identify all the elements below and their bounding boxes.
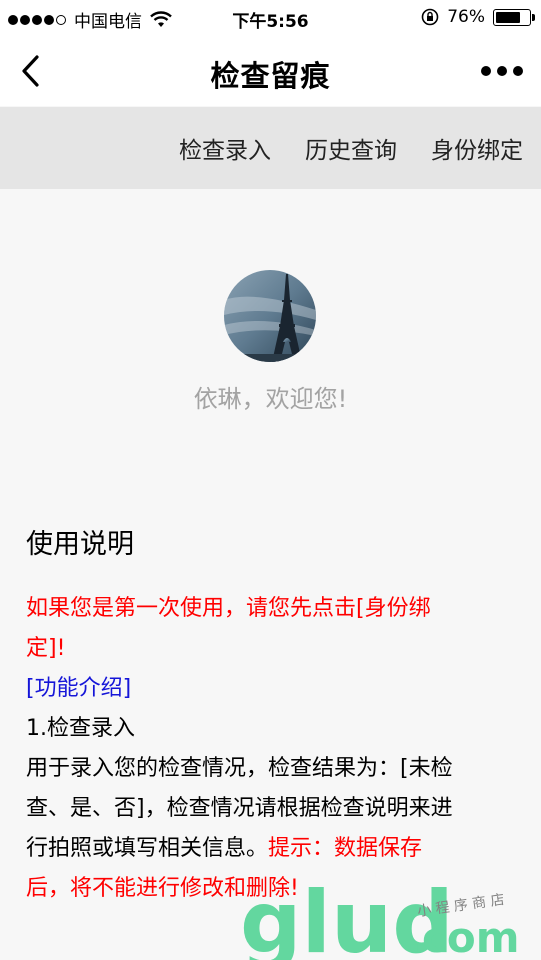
- status-left: 中国电信: [8, 7, 172, 32]
- tab-history-query[interactable]: 历史查询: [305, 131, 397, 165]
- more-dots-icon: [481, 66, 491, 76]
- item1-description-line1: 用于录入您的检查情况，检查结果为：[未检: [26, 756, 453, 781]
- battery-level: [496, 11, 521, 23]
- tab-check-entry[interactable]: 检查录入: [179, 131, 271, 165]
- battery-percent: 76%: [447, 7, 485, 27]
- first-use-notice-line2: 定]!: [26, 636, 66, 661]
- item1-description-text: 行拍照或填写相关信息。: [26, 836, 269, 861]
- orientation-lock-icon: [421, 8, 439, 26]
- status-bar: 中国电信 下午5:56 76%: [0, 0, 541, 36]
- save-tip: 提示：数据保存: [268, 836, 423, 861]
- tab-menu: 检查录入 历史查询 身份绑定: [0, 107, 541, 189]
- item1-description-line3: 行拍照或填写相关信息。提示：数据保存: [26, 829, 518, 869]
- carrier-name: 中国电信: [74, 12, 142, 32]
- wifi-icon: [150, 10, 172, 27]
- item1-title: 1.检查录入: [26, 716, 135, 741]
- svg-text:.com: .com: [406, 913, 519, 960]
- instructions-title: 使用说明: [26, 529, 134, 560]
- welcome-message: 依琳，欢迎您!: [193, 385, 348, 413]
- page-title: 检查留痕: [210, 59, 331, 93]
- item1-description-line4: 后，将不能进行修改和删除!: [26, 876, 299, 901]
- feature-intro-label: [功能介绍]: [26, 676, 132, 701]
- first-use-notice-line1: 如果您是第一次使用，请您先点击[身份绑: [26, 596, 431, 621]
- chevron-left-icon: [22, 55, 39, 87]
- navigation-bar: 检查留痕: [0, 36, 541, 106]
- item1-description-line2: 查、是、否]，检查情况请根据检查说明来进: [26, 796, 453, 821]
- signal-strength-icon: [8, 14, 66, 25]
- tab-identity-binding[interactable]: 身份绑定: [431, 131, 523, 165]
- avatar: [224, 270, 316, 362]
- more-button[interactable]: [481, 58, 523, 84]
- back-button[interactable]: [14, 51, 46, 91]
- status-right: 76%: [421, 7, 535, 27]
- instructions-section: 使用说明 如果您是第一次使用，请您先点击[身份绑 定]! [功能介绍] 1.检查…: [26, 522, 518, 909]
- battery-icon: [493, 8, 535, 26]
- eiffel-tower-photo: [224, 270, 316, 362]
